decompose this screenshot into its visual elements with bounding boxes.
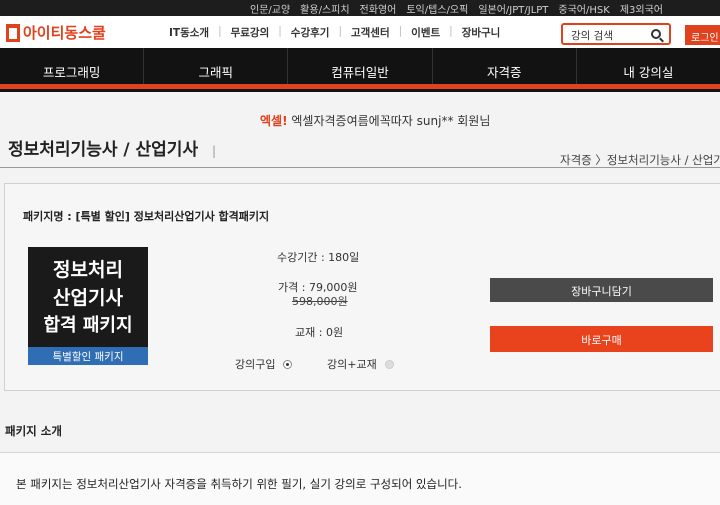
site-logo[interactable]: 아이티동스쿨 — [6, 22, 106, 43]
category-nav: 프로그래밍 그래픽 컴퓨터일반 자격증 내 강의실 — [0, 48, 720, 92]
gnb-cart[interactable]: 장바구니 — [453, 25, 510, 40]
nav-computer-basics[interactable]: 컴퓨터일반 — [287, 48, 431, 86]
intro-section: 본 패키지는 정보처리산업기사 자격증을 취득하기 위한 필기, 실기 강의로 … — [0, 452, 720, 505]
radio-selected-icon[interactable] — [283, 359, 293, 369]
top-link[interactable]: 토익/텝스/오픽 — [406, 1, 468, 16]
radio-unselected-icon[interactable] — [384, 359, 394, 369]
welcome-text: 엑셀자격증여름에꼭따자 sunj** 회원님 — [291, 114, 491, 128]
search-placeholder: 강의 검색 — [571, 30, 613, 42]
gnb-about[interactable]: IT동소개 — [160, 25, 218, 40]
top-link[interactable]: 일본어/JPT/JLPT — [478, 1, 548, 16]
breadcrumb[interactable]: 자격증 〉정보처리기능사 / 산업기사 — [560, 152, 720, 168]
welcome-message: 엑셀! 엑셀자격증여름에꼭따자 sunj** 회원님 — [260, 112, 490, 129]
title-divider — [0, 167, 720, 168]
material-price: 교재 : 0원 — [295, 326, 344, 339]
package-card: 패키지명 : [특별 할인] 정보처리산업기사 합격패키지 정보처리 산업기사 … — [4, 183, 720, 391]
option-lecture-book[interactable]: 강의+교재 — [327, 356, 394, 372]
top-link[interactable]: 활용/스피치 — [300, 1, 349, 16]
search-icon[interactable] — [651, 29, 661, 39]
site-header: 아이티동스쿨 IT동소개 | 무료강의 | 수강후기 | 고객센터 | 이벤트 … — [0, 16, 720, 52]
search-input[interactable]: 강의 검색 — [561, 23, 671, 45]
intro-title: 패키지 소개 — [5, 424, 62, 438]
option-label: 강의+교재 — [327, 358, 377, 371]
nav-my-classroom[interactable]: 내 강의실 — [575, 48, 720, 86]
gnb-free-lectures[interactable]: 무료강의 — [222, 25, 279, 40]
package-name: 패키지명 : [특별 할인] 정보처리산업기사 합격패키지 — [23, 210, 270, 223]
nav-certificates[interactable]: 자격증 — [431, 48, 576, 86]
intro-text: 본 패키지는 정보처리산업기사 자격증을 취득하기 위한 필기, 실기 강의로 … — [16, 477, 462, 491]
page-title-text: 정보처리기능사 / 산업기사 — [8, 140, 199, 160]
original-price: 598,000원 — [292, 295, 348, 308]
buy-now-button[interactable]: 바로구매 — [490, 326, 713, 352]
option-label: 강의구입 — [235, 358, 276, 371]
login-button[interactable]: 로그인 — [685, 25, 720, 45]
nav-graphic[interactable]: 그래픽 — [143, 48, 287, 86]
study-period: 수강기간 : 180일 — [277, 251, 360, 264]
package-thumbnail: 정보처리 산업기사 합격 패키지 특별할인 패키지 — [28, 247, 148, 365]
page-title: 정보처리기능사 / 산업기사 | — [8, 135, 216, 160]
add-to-cart-button[interactable]: 장바구니담기 — [490, 278, 713, 302]
nav-programming[interactable]: 프로그래밍 — [0, 48, 143, 86]
nav-accent-bar — [0, 84, 720, 89]
global-nav: IT동소개 | 무료강의 | 수강후기 | 고객센터 | 이벤트 | 장바구니 — [160, 25, 509, 40]
gnb-reviews[interactable]: 수강후기 — [282, 25, 339, 40]
logo-text: 아이티동스쿨 — [23, 24, 106, 42]
top-link-strip: 인문/교양 활용/스피치 전화영어 토익/텝스/오픽 일본어/JPT/JLPT … — [0, 0, 720, 16]
thumbnail-line: 정보처리 — [53, 259, 123, 281]
option-lecture[interactable]: 강의구입 — [235, 356, 293, 372]
gnb-events[interactable]: 이벤트 — [402, 25, 449, 40]
welcome-tag: 엑셀! — [260, 114, 288, 128]
gnb-support[interactable]: 고객센터 — [342, 25, 399, 40]
logo-mark-icon — [6, 23, 20, 42]
top-link[interactable]: 인문/교양 — [250, 1, 290, 16]
title-separator: | — [212, 144, 217, 158]
thumbnail-line: 산업기사 — [53, 287, 123, 309]
top-link[interactable]: 중국어/HSK — [558, 1, 609, 16]
top-link[interactable]: 제3외국어 — [620, 1, 663, 16]
top-link[interactable]: 전화영어 — [360, 1, 397, 16]
thumbnail-line: 합격 패키지 — [43, 315, 133, 336]
thumbnail-badge: 특별할인 패키지 — [28, 347, 148, 365]
